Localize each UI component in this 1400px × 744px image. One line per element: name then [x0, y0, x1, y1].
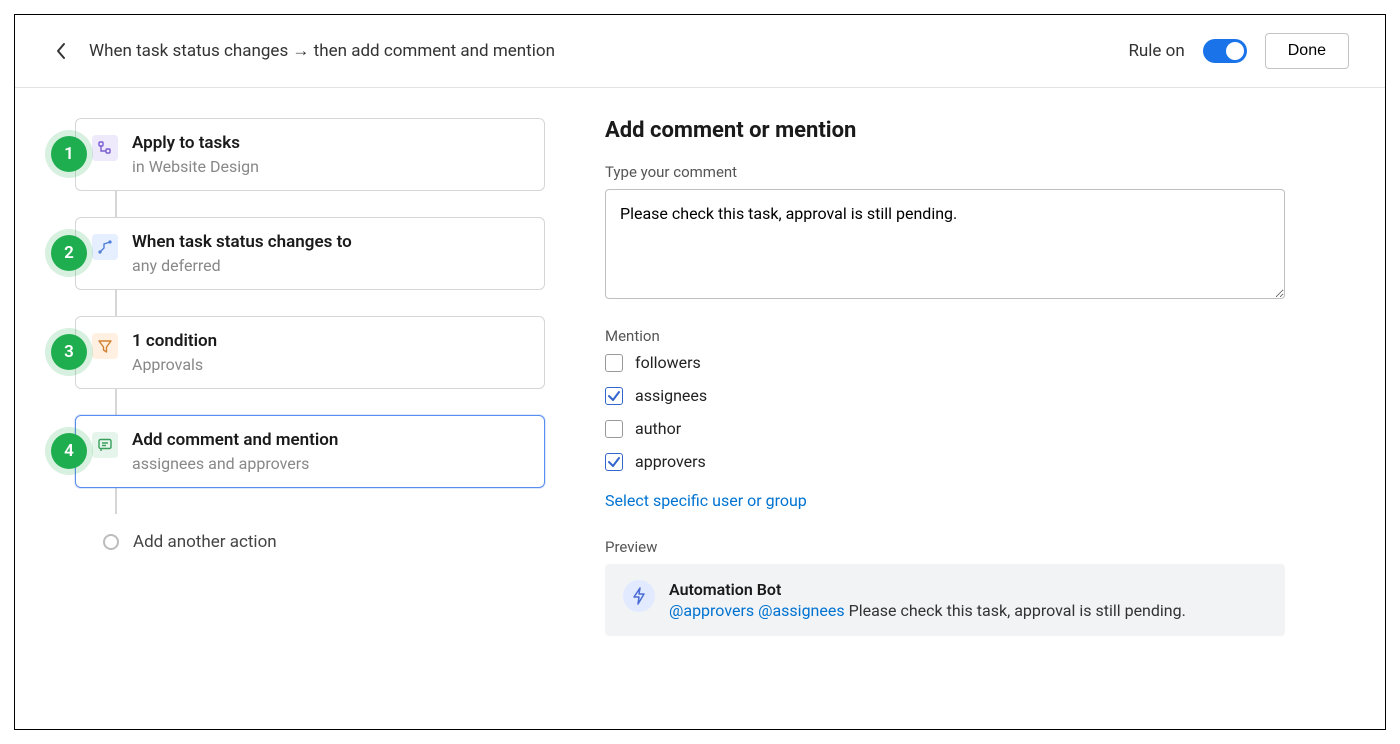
step-title: Add comment and mention: [132, 430, 338, 450]
mention-label: author: [635, 419, 681, 438]
add-action-label: Add another action: [133, 532, 277, 552]
step-title: When task status changes to: [132, 232, 352, 252]
checkbox-approvers[interactable]: [605, 453, 623, 471]
step-subtitle: assignees and approvers: [132, 454, 338, 473]
step-connector: [115, 389, 117, 415]
preview-box: Automation Bot @approvers @assignees Ple…: [605, 564, 1285, 636]
step-badge-2: 2: [51, 235, 87, 271]
mention-item-author[interactable]: author: [605, 419, 1285, 438]
done-button[interactable]: Done: [1265, 33, 1349, 69]
header-bar: When task status changes → then add comm…: [15, 15, 1385, 88]
checkbox-assignees[interactable]: [605, 387, 623, 405]
comment-input[interactable]: [605, 189, 1285, 299]
back-button[interactable]: [51, 41, 71, 61]
preview-bot-name: Automation Bot: [669, 580, 1186, 599]
step-badge-4: 4: [51, 433, 87, 469]
filter-icon: [92, 333, 118, 359]
step-subtitle: in Website Design: [132, 157, 259, 176]
step-connector: [115, 290, 117, 316]
step-subtitle: Approvals: [132, 355, 217, 374]
step-badge-1: 1: [51, 136, 87, 172]
mention-section-label: Mention: [605, 327, 1285, 345]
preview-body: Please check this task, approval is stil…: [849, 601, 1186, 620]
add-action-button[interactable]: Add another action: [103, 532, 545, 552]
checkbox-author[interactable]: [605, 420, 623, 438]
rule-toggle-label: Rule on: [1128, 41, 1184, 61]
checkbox-followers[interactable]: [605, 354, 623, 372]
add-circle-icon: [103, 534, 119, 550]
tree-icon: [92, 135, 118, 161]
mention-item-followers[interactable]: followers: [605, 353, 1285, 372]
chevron-left-icon: [55, 42, 67, 60]
mention-label: approvers: [635, 452, 706, 471]
branch-icon: [92, 234, 118, 260]
rule-toggle[interactable]: [1203, 39, 1247, 63]
step-connector: [115, 488, 117, 514]
step-card-3[interactable]: Add comment and mention assignees and ap…: [75, 415, 545, 488]
preview-mentions: @approvers @assignees: [669, 601, 845, 620]
panel-title: Add comment or mention: [605, 118, 1285, 143]
bot-avatar: [623, 580, 655, 612]
step-badge-3: 3: [51, 334, 87, 370]
step-title: Apply to tasks: [132, 133, 259, 153]
comment-field-label: Type your comment: [605, 163, 1285, 181]
lightning-icon: [632, 587, 646, 605]
step-card-1[interactable]: When task status changes to any deferred: [75, 217, 545, 290]
preview-section-label: Preview: [605, 538, 1285, 556]
mention-label: assignees: [635, 386, 707, 405]
mention-item-approvers[interactable]: approvers: [605, 452, 1285, 471]
step-title: 1 condition: [132, 331, 217, 351]
mention-label: followers: [635, 353, 701, 372]
comment-icon: [92, 432, 118, 458]
step-card-0[interactable]: Apply to tasks in Website Design: [75, 118, 545, 191]
step-connector: [115, 191, 117, 217]
select-user-link[interactable]: Select specific user or group: [605, 491, 807, 510]
step-subtitle: any deferred: [132, 256, 352, 275]
preview-text: @approvers @assignees Please check this …: [669, 601, 1186, 620]
mention-item-assignees[interactable]: assignees: [605, 386, 1285, 405]
step-card-2[interactable]: 1 condition Approvals: [75, 316, 545, 389]
page-title: When task status changes → then add comm…: [89, 41, 555, 61]
